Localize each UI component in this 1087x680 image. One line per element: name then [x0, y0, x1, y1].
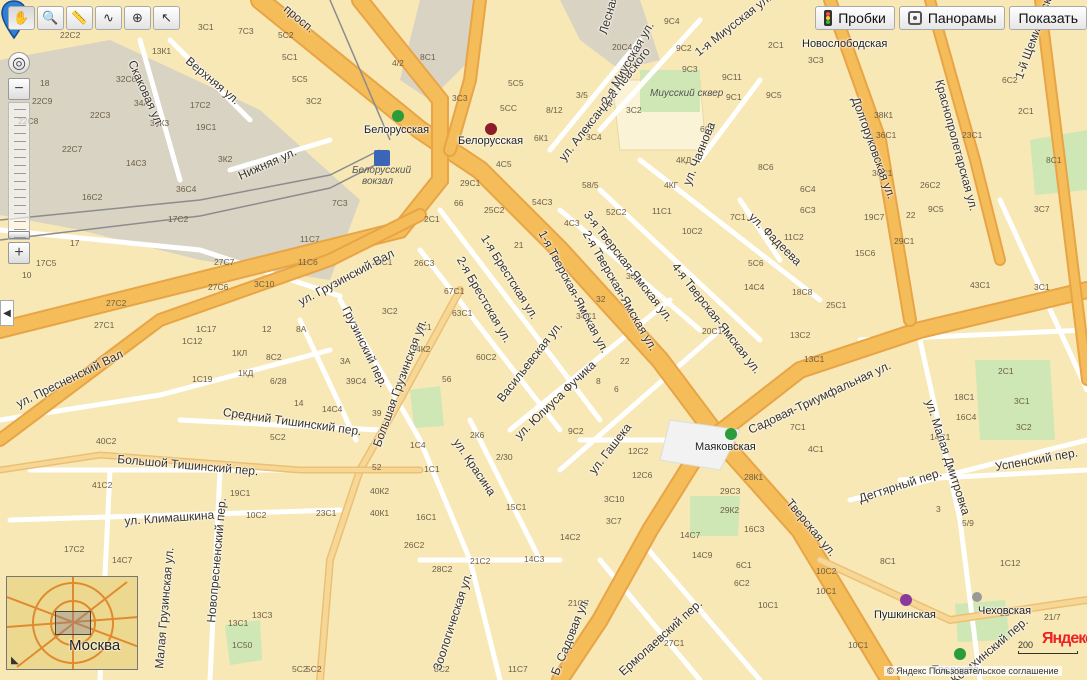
zoom-slider[interactable] — [8, 102, 30, 240]
zoom-tick — [14, 229, 26, 230]
map-right-controls: Пробки Панорамы Показать — [815, 6, 1087, 30]
zoom-tick — [14, 133, 26, 134]
panoramas-label: Панорамы — [927, 10, 997, 26]
zoom-tick — [14, 165, 26, 166]
zoom-tick — [14, 221, 26, 222]
hand-tool-icon: ✋ — [13, 10, 30, 25]
scale-bar-line — [1018, 651, 1078, 654]
map-canvas[interactable]: 22С213К132С634А22С922С822С334К322С714С33… — [0, 0, 1087, 680]
minimap-collapse-icon[interactable]: ◣ — [11, 655, 19, 666]
copyright-notice[interactable]: © Яндекс Пользовательское соглашение — [884, 666, 1062, 676]
plus-icon: + — [14, 244, 24, 261]
zoom-area-tool-button[interactable]: 🔍 — [37, 6, 64, 30]
zoom-tick — [14, 117, 26, 118]
zoom-tick — [14, 213, 26, 214]
minimap-city-label: Москва — [69, 637, 121, 654]
pan-reset-button[interactable]: ◎ — [8, 52, 30, 74]
side-panel-toggle[interactable]: ◀ — [0, 300, 14, 326]
zoom-tick — [14, 189, 26, 190]
point-tool-button[interactable]: ⊕ — [124, 6, 151, 30]
zoom-tick — [14, 205, 26, 206]
zoom-tick — [14, 109, 26, 110]
ruler-tool-button[interactable]: 📏 — [66, 6, 93, 30]
route-tool-button[interactable]: ∿ — [95, 6, 122, 30]
select-tool-button[interactable]: ↖ — [153, 6, 180, 30]
zoom-out-button[interactable]: − — [8, 78, 30, 100]
traffic-label: Пробки — [838, 10, 886, 26]
zoom-tick — [14, 181, 26, 182]
zoom-tick — [14, 149, 26, 150]
route-tool-icon: ∿ — [103, 10, 114, 25]
minimap-viewport-frame[interactable] — [55, 611, 91, 635]
zoom-tick — [14, 173, 26, 174]
traffic-button[interactable]: Пробки — [815, 6, 895, 30]
yandex-logo: Яндекс — [1042, 630, 1087, 647]
point-tool-icon: ⊕ — [132, 10, 143, 25]
minimap[interactable]: Москва ◣ — [6, 576, 138, 670]
map-toolbar: ✋ 🔍 📏 ∿ ⊕ ↖ — [8, 6, 180, 30]
zoom-tick — [14, 237, 26, 238]
panorama-icon — [907, 11, 922, 25]
show-layers-button[interactable]: Показать — [1009, 6, 1087, 30]
zoom-in-button[interactable]: + — [8, 242, 30, 264]
select-tool-icon: ↖ — [161, 10, 172, 25]
zoom-control: ◎ − + — [8, 52, 30, 264]
zoom-tick — [14, 141, 26, 142]
minus-icon: − — [14, 80, 24, 97]
ruler-tool-icon: 📏 — [71, 10, 88, 25]
hand-tool-button[interactable]: ✋ — [8, 6, 35, 30]
show-label: Показать — [1018, 10, 1078, 26]
traffic-light-icon — [824, 10, 833, 26]
scale-label: 200 — [1018, 640, 1034, 650]
panoramas-button[interactable]: Панорамы — [898, 6, 1006, 30]
zoom-tick — [14, 157, 26, 158]
chevron-left-icon: ◀ — [3, 307, 11, 319]
map-roads-layer — [0, 0, 1087, 680]
zoom-area-tool-icon: 🔍 — [42, 10, 59, 25]
compass-icon: ◎ — [12, 55, 26, 72]
zoom-tick — [14, 197, 26, 198]
zoom-tick — [14, 125, 26, 126]
